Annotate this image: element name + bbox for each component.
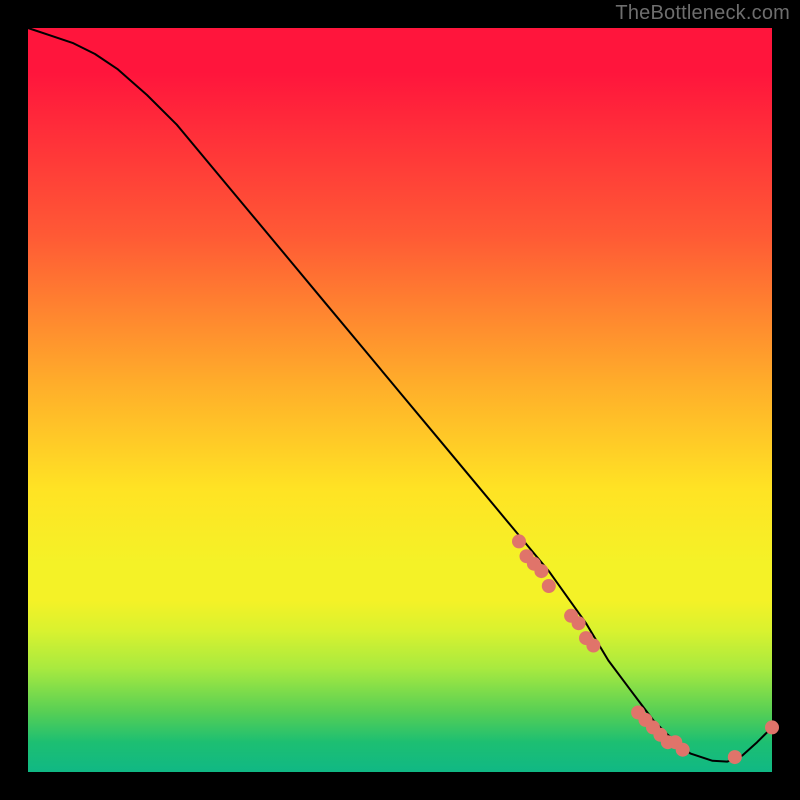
data-point bbox=[512, 534, 526, 548]
plot-area bbox=[28, 28, 772, 772]
chart-wrapper: TheBottleneck.com bbox=[0, 0, 800, 800]
data-point bbox=[765, 720, 779, 734]
bottleneck-curve bbox=[28, 28, 772, 762]
data-points-group bbox=[512, 534, 779, 764]
chart-svg bbox=[28, 28, 772, 772]
data-point bbox=[534, 564, 548, 578]
data-point bbox=[572, 616, 586, 630]
data-point bbox=[676, 743, 690, 757]
data-point bbox=[728, 750, 742, 764]
data-point bbox=[542, 579, 556, 593]
attribution-text: TheBottleneck.com bbox=[615, 2, 790, 25]
data-point bbox=[586, 639, 600, 653]
